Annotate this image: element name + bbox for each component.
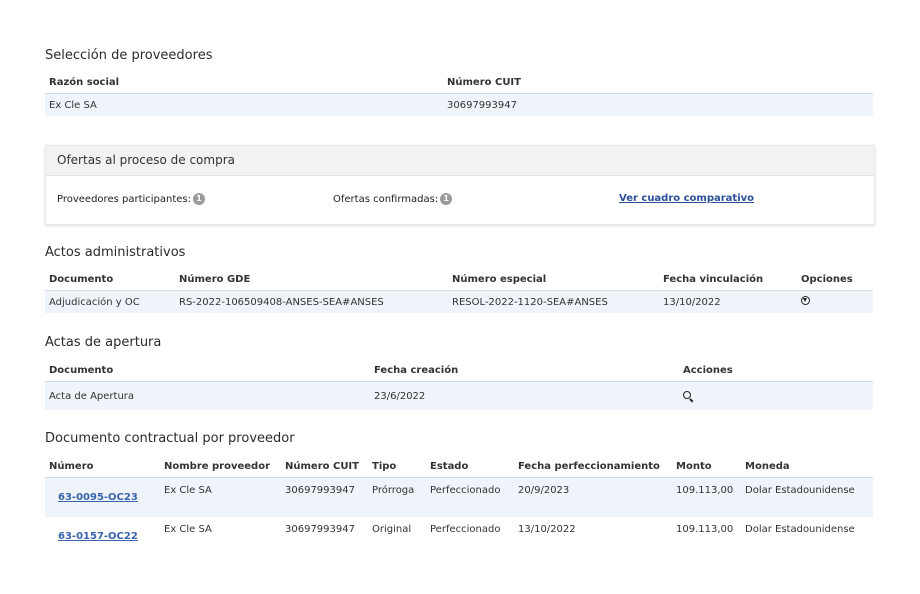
cuit-cell: 30697993947 bbox=[281, 517, 368, 554]
ver-cuadro-comparativo-link[interactable]: Ver cuadro comparativo bbox=[619, 193, 754, 204]
ofertas-title: Ofertas al proceso de compra bbox=[57, 153, 235, 167]
col-fecha-vinculacion: Fecha vinculación bbox=[659, 268, 797, 291]
col-acciones: Acciones bbox=[679, 359, 873, 382]
estado-cell: Perfeccionado bbox=[426, 517, 514, 554]
documento-cell: Adjudicación y OC bbox=[49, 296, 140, 308]
download-icon[interactable] bbox=[801, 296, 810, 305]
col-razon-social: Razón social bbox=[45, 71, 443, 94]
col-monto: Monto bbox=[672, 455, 741, 478]
proveedores-title: Selección de proveedores bbox=[45, 48, 213, 63]
numero-gde-cell: RS-2022-106509408-ANSES-SEA#ANSES bbox=[179, 296, 384, 308]
table-row: Acta de Apertura 23/6/2022 bbox=[45, 381, 873, 411]
numero-especial-cell: RESOL-2022-1120-SEA#ANSES bbox=[452, 296, 608, 308]
col-numero-cuit: Número CUIT bbox=[443, 71, 873, 94]
contrato-link-2[interactable]: 63-0157-OC22 bbox=[58, 531, 138, 542]
proveedores-participantes: Proveedores participantes: 1 bbox=[57, 193, 206, 205]
cuit-cell: 30697993947 bbox=[285, 485, 355, 496]
contrato-link-1[interactable]: 63-0095-OC23 bbox=[58, 492, 138, 503]
table-row: Adjudicación y OC RS-2022-106509408-ANSE… bbox=[45, 290, 873, 314]
confirmadas-count-badge: 1 bbox=[440, 193, 453, 205]
proveedor-cell: Ex Cle SA bbox=[160, 517, 281, 554]
search-icon[interactable] bbox=[683, 390, 691, 399]
participantes-count-badge: 1 bbox=[193, 193, 206, 205]
estado-cell: Perfeccionado bbox=[430, 485, 501, 496]
cuit-cell: 30697993947 bbox=[447, 99, 517, 111]
opciones-cell bbox=[797, 291, 873, 314]
actas-table: Documento Fecha creación Acciones Acta d… bbox=[45, 359, 873, 410]
ofertas-card: Ofertas al proceso de compra Proveedores… bbox=[45, 145, 875, 225]
acciones-cell bbox=[679, 382, 873, 411]
monto-cell: 109.113,00 bbox=[676, 485, 734, 496]
proveedores-table: Razón social Número CUIT Ex Cle SA 30697… bbox=[45, 71, 873, 116]
col-fecha-creacion: Fecha creación bbox=[370, 359, 679, 382]
ofertas-confirmadas: Ofertas confirmadas: 1 bbox=[333, 193, 453, 205]
actos-table: Documento Número GDE Número especial Fec… bbox=[45, 268, 873, 313]
col-fecha-perfeccionamiento: Fecha perfeccionamiento bbox=[514, 455, 672, 478]
table-row: Ex Cle SA 30697993947 bbox=[45, 93, 873, 116]
col-estado: Estado bbox=[426, 455, 514, 478]
actos-title: Actos administrativos bbox=[45, 245, 186, 260]
proveedor-cell: Ex Cle SA bbox=[164, 485, 212, 496]
table-row: 63-0095-OC23 Ex Cle SA 30697993947 Prórr… bbox=[45, 477, 873, 518]
col-moneda: Moneda bbox=[741, 455, 873, 478]
monto-cell: 109.113,00 bbox=[672, 517, 741, 554]
fecha-cell: 20/9/2023 bbox=[518, 485, 570, 496]
contractual-title: Documento contractual por proveedor bbox=[45, 431, 295, 446]
col-nombre-proveedor: Nombre proveedor bbox=[160, 455, 281, 478]
col-numero-especial: Número especial bbox=[448, 268, 659, 291]
moneda-cell: Dolar Estadounidense bbox=[741, 517, 873, 554]
col-numero-cuit: Número CUIT bbox=[281, 455, 368, 478]
table-row: 63-0157-OC22 Ex Cle SA 30697993947 Origi… bbox=[45, 517, 873, 554]
col-numero-gde: Número GDE bbox=[175, 268, 448, 291]
actas-title: Actas de apertura bbox=[45, 335, 162, 350]
fecha-vinculacion-cell: 13/10/2022 bbox=[663, 296, 721, 308]
col-documento: Documento bbox=[45, 268, 175, 291]
contractual-table: Número Nombre proveedor Número CUIT Tipo… bbox=[45, 455, 873, 554]
fecha-cell: 13/10/2022 bbox=[514, 517, 672, 554]
participantes-label: Proveedores participantes: bbox=[57, 193, 192, 205]
col-tipo: Tipo bbox=[368, 455, 426, 478]
col-opciones: Opciones bbox=[797, 268, 873, 291]
tipo-cell: Original bbox=[368, 517, 426, 554]
col-documento: Documento bbox=[45, 359, 370, 382]
confirmadas-label: Ofertas confirmadas: bbox=[333, 193, 439, 205]
tipo-cell: Prórroga bbox=[372, 485, 415, 496]
moneda-cell: Dolar Estadounidense bbox=[745, 485, 855, 496]
razon-social-cell: Ex Cle SA bbox=[49, 99, 97, 111]
documento-cell: Acta de Apertura bbox=[49, 390, 135, 402]
fecha-creacion-cell: 23/6/2022 bbox=[374, 390, 426, 402]
col-numero: Número bbox=[45, 455, 160, 478]
